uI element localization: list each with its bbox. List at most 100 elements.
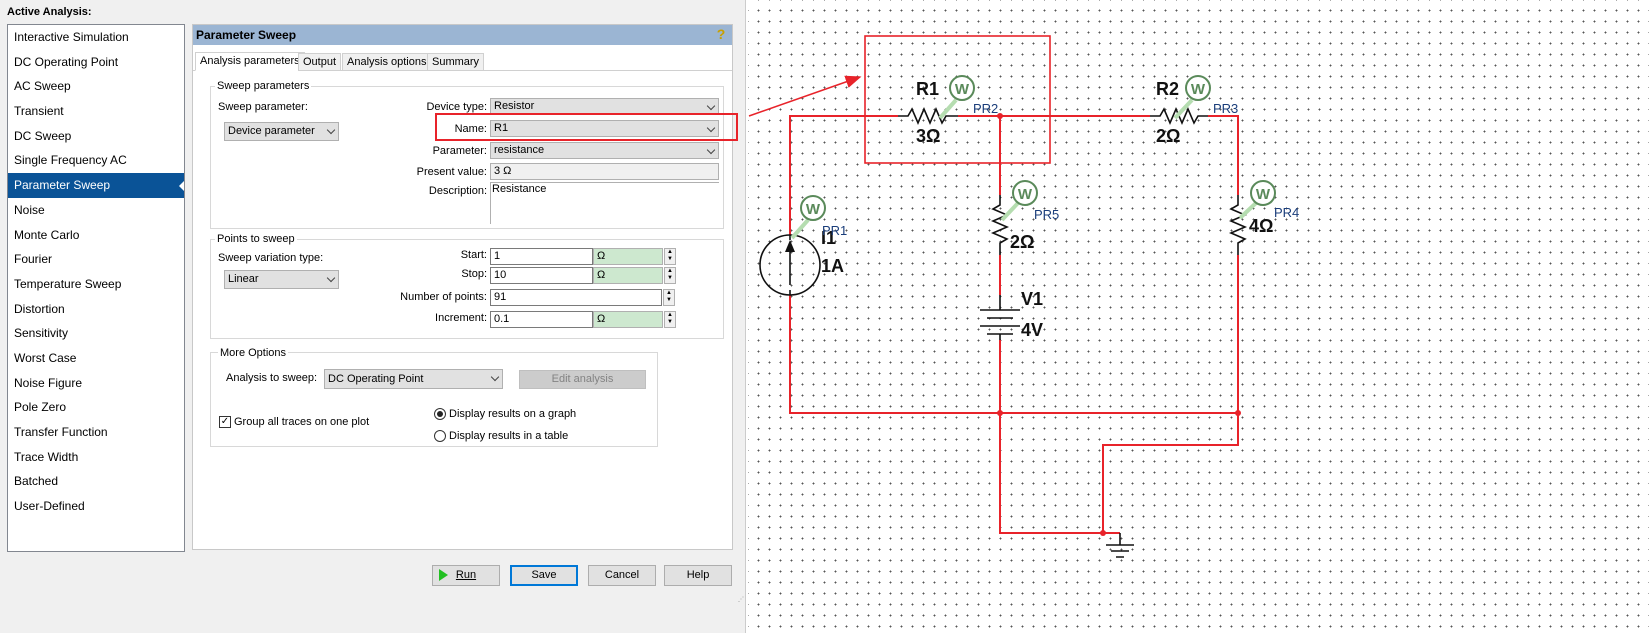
start-input[interactable]: 1	[490, 248, 593, 265]
sweep-variation-select[interactable]: Linear	[224, 270, 339, 289]
sweep-parameter-label: Sweep parameter:	[218, 101, 308, 113]
schematic-canvas[interactable]: R1 3Ω R2 2Ω 2Ω 4Ω I1 1A V1 4V W PR1 W PR2 …	[748, 0, 1649, 633]
start-spinner[interactable]: ▲ ▼	[664, 248, 676, 265]
analysis-item[interactable]: Distortion	[8, 297, 184, 322]
tab-analysis-parameters[interactable]: Analysis parameters	[195, 52, 305, 71]
display-graph-radio[interactable]	[434, 408, 446, 420]
analysis-item[interactable]: AC Sweep	[8, 74, 184, 99]
probe-pr3[interactable]: W PR3	[1173, 75, 1238, 120]
increment-label: Increment:	[435, 312, 487, 324]
help-button[interactable]: Help	[664, 565, 732, 586]
more-options-title: More Options	[218, 347, 289, 359]
tab-output[interactable]: Output	[298, 53, 342, 71]
pr2-label: PR2	[973, 101, 998, 116]
points-to-sweep-title: Points to sweep	[215, 233, 297, 245]
analysis-item[interactable]: Trace Width	[8, 445, 184, 470]
analysis-item[interactable]: Temperature Sweep	[8, 272, 184, 297]
analysis-item[interactable]: Sensitivity	[8, 321, 184, 346]
active-analysis-label: Active Analysis:	[7, 6, 92, 18]
r2-label: R2	[1156, 79, 1179, 99]
selected-value: Linear	[228, 273, 259, 285]
arrow-up-icon	[785, 240, 795, 252]
stop-spinner[interactable]: ▲ ▼	[664, 267, 676, 284]
probe-pr5[interactable]: WPR5	[1000, 180, 1059, 222]
panel-title: Parameter Sweep	[193, 25, 732, 45]
pr5-label: PR5	[1034, 207, 1059, 222]
analysis-item[interactable]: Interactive Simulation	[8, 25, 184, 50]
number-of-points-input[interactable]: 91	[490, 289, 662, 306]
tab-summary[interactable]: Summary	[427, 53, 485, 71]
probe-letter: W	[806, 201, 821, 218]
description-label: Description:	[428, 185, 487, 197]
analysis-list[interactable]: Interactive Simulation DC Operating Point…	[7, 24, 185, 552]
present-value-field: 3 Ω	[490, 163, 719, 180]
display-graph-label: Display results on a graph	[449, 408, 577, 420]
v1-label: V1	[1021, 289, 1043, 309]
cancel-button[interactable]: Cancel	[588, 565, 656, 586]
pr4-label: PR4	[1274, 205, 1299, 220]
stop-label: Stop:	[461, 268, 487, 280]
chevron-down-icon	[706, 101, 716, 111]
analysis-item[interactable]: Pole Zero	[8, 395, 184, 420]
probe-pr4[interactable]: WPR4	[1238, 180, 1299, 220]
battery-v1[interactable]	[980, 295, 1020, 340]
analysis-item[interactable]: Fourier	[8, 247, 184, 272]
parameter-label: Parameter:	[432, 145, 487, 157]
probe-letter: W	[1018, 186, 1033, 203]
analysis-item[interactable]: Noise Figure	[8, 371, 184, 396]
start-unit: Ω	[593, 248, 663, 265]
resize-grip[interactable]: ⋰	[738, 596, 746, 604]
analysis-item[interactable]: DC Operating Point	[8, 50, 184, 75]
play-icon	[439, 569, 448, 581]
display-table-label: Display results in a table	[449, 430, 569, 442]
stop-unit: Ω	[593, 267, 663, 284]
number-of-points-spinner[interactable]: ▲ ▼	[663, 289, 675, 306]
analysis-item[interactable]: Batched	[8, 469, 184, 494]
sweep-parameter-select[interactable]: Device parameter	[224, 122, 339, 141]
start-label: Start:	[460, 249, 487, 261]
description-field: Resistance	[490, 182, 719, 224]
analysis-item[interactable]: Monte Carlo	[8, 223, 184, 248]
pr1-label: PR1	[822, 223, 847, 238]
analysis-item[interactable]: Parameter Sweep	[8, 173, 184, 198]
chevron-down-icon	[326, 125, 336, 135]
edit-analysis-button[interactable]: Edit analysis	[519, 370, 646, 389]
stop-input[interactable]: 10	[490, 267, 593, 284]
analysis-item[interactable]: DC Sweep	[8, 124, 184, 149]
analysis-item[interactable]: Noise	[8, 198, 184, 223]
run-label: Run	[455, 569, 477, 581]
name-highlight-box	[435, 113, 738, 141]
group-traces-checkbox[interactable]: ✓	[219, 416, 231, 428]
analysis-item[interactable]: Transient	[8, 99, 184, 124]
group-traces-label: Group all traces on one plot	[234, 416, 370, 428]
analysis-item[interactable]: Single Frequency AC	[8, 148, 184, 173]
pr3-label: PR3	[1213, 101, 1238, 116]
question-icon[interactable]: ?	[714, 27, 728, 42]
probe-letter: W	[1191, 81, 1206, 98]
resistor-2ohm[interactable]	[990, 195, 1010, 255]
analysis-to-sweep-select[interactable]: DC Operating Point	[324, 369, 503, 389]
resistor-4ohm[interactable]	[1228, 195, 1248, 255]
probe-pr1[interactable]: WPR1	[790, 195, 847, 240]
increment-input[interactable]: 0.1	[490, 311, 593, 328]
probe-pr2[interactable]: WPR2	[938, 75, 998, 120]
save-button[interactable]: Save	[510, 565, 578, 586]
sweep-variation-label: Sweep variation type:	[218, 252, 324, 264]
tab-analysis-options[interactable]: Analysis options	[342, 53, 432, 71]
chevron-down-icon	[706, 145, 716, 155]
analysis-item[interactable]: Transfer Function	[8, 420, 184, 445]
analysis-item[interactable]: Worst Case	[8, 346, 184, 371]
chevron-down-icon	[490, 372, 500, 382]
display-table-radio[interactable]	[434, 430, 446, 442]
v1-value: 4V	[1021, 320, 1043, 340]
resistor-r1[interactable]	[898, 106, 958, 126]
increment-spinner[interactable]: ▲ ▼	[664, 311, 676, 328]
r4-value: 4Ω	[1249, 216, 1273, 236]
device-type-label: Device type:	[426, 101, 487, 113]
analysis-dialog: Active Analysis: Interactive Simulation D…	[0, 0, 746, 633]
run-button[interactable]: Run	[432, 565, 500, 586]
r1-value: 3Ω	[916, 126, 940, 146]
parameter-select[interactable]: resistance	[490, 142, 719, 159]
present-value-label: Present value:	[416, 166, 487, 178]
analysis-item[interactable]: User-Defined	[8, 494, 184, 519]
